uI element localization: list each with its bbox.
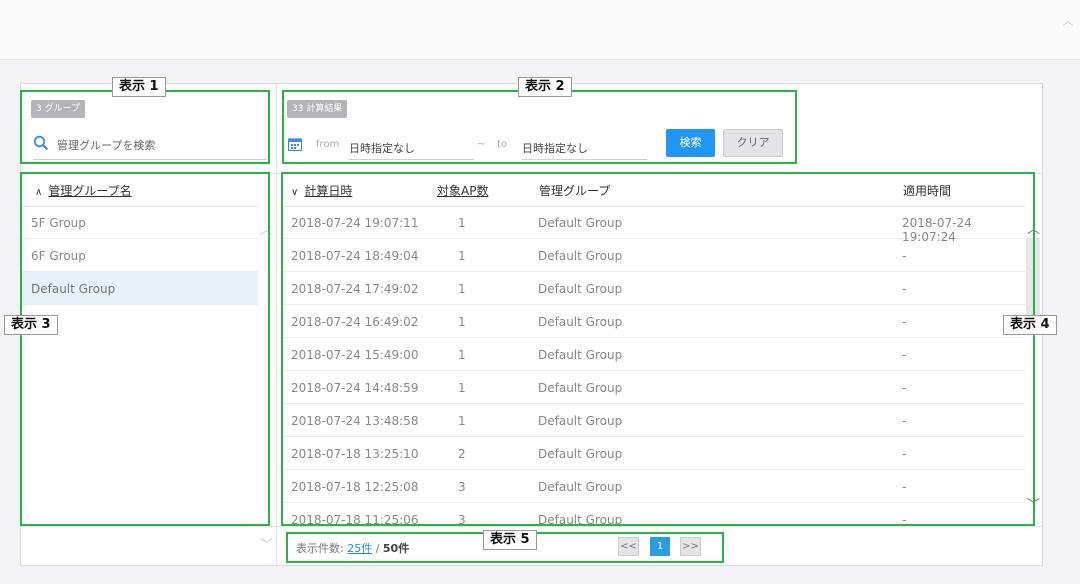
annotation-label-2: 表示 2 <box>518 77 572 97</box>
chevron-up-icon[interactable]: ︿ <box>1062 12 1074 29</box>
group-scroll-down-icon[interactable]: ﹀ <box>260 534 273 553</box>
annotation-box-3 <box>20 172 270 526</box>
annotation-label-4: 表示 4 <box>1003 315 1057 335</box>
annotation-label-5: 表示 5 <box>483 530 537 550</box>
panel-divider <box>276 84 277 567</box>
annotation-box-1 <box>20 90 270 164</box>
annotation-label-3: 表示 3 <box>4 315 58 335</box>
footer-divider <box>21 526 1044 527</box>
annotation-box-2 <box>282 90 797 164</box>
annotation-label-1: 表示 1 <box>112 77 166 97</box>
top-bar: ︿ <box>0 0 1080 60</box>
annotation-box-4 <box>281 172 1035 526</box>
